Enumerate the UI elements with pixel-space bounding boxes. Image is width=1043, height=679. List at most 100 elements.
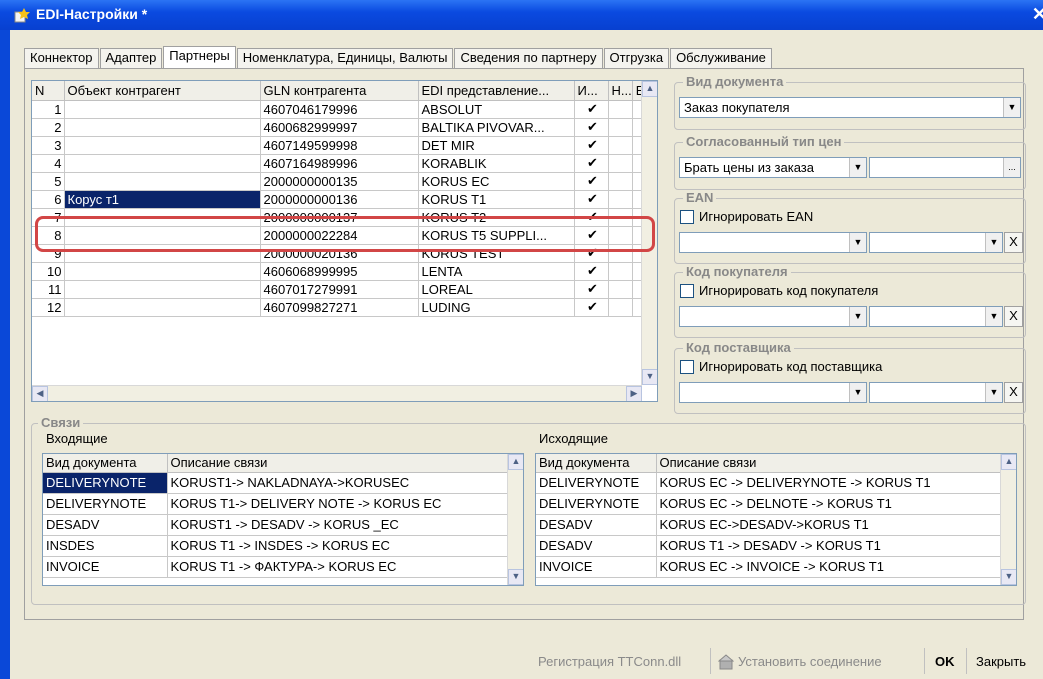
row-edi[interactable]: KORUS T1	[418, 190, 575, 209]
chevron-down-icon[interactable]: ▼	[849, 233, 866, 252]
row-link-desc[interactable]: KORUST1 -> DESADV -> KORUS _EC	[167, 514, 510, 536]
incoming-scrollbar[interactable]: ▲ ▼	[507, 454, 523, 585]
tab-adapter[interactable]: Адаптер	[99, 48, 163, 68]
supplier-code-clear-icon[interactable]: X	[1004, 382, 1023, 403]
col-link-desc[interactable]: Описание связи	[167, 454, 510, 473]
row-h[interactable]	[608, 190, 633, 209]
ean-select-1[interactable]: ▼	[679, 232, 867, 253]
row-doc-type[interactable]: DESADV	[536, 514, 657, 536]
row-check[interactable]: ✔	[574, 136, 609, 155]
table-row[interactable]: DESADV KORUS T1 -> DESADV -> KORUS T1	[536, 535, 1003, 557]
row-number[interactable]: 11	[32, 280, 65, 299]
row-h[interactable]	[608, 262, 633, 281]
row-link-desc[interactable]: KORUS T1 -> ФАКТУРА-> KORUS EC	[167, 556, 510, 578]
table-row[interactable]: INSDES KORUS T1 -> INSDES -> KORUS EC	[43, 535, 510, 557]
row-gln[interactable]: 4607149599998	[260, 136, 419, 155]
table-row[interactable]: DELIVERYNOTE KORUST1-> NAKLADNAYA->KORUSE…	[43, 472, 510, 494]
price-type-select[interactable]: Брать цены из заказа ▼	[679, 157, 867, 178]
row-number[interactable]: 1	[32, 100, 65, 119]
row-check[interactable]: ✔	[574, 280, 609, 299]
row-check[interactable]: ✔	[574, 190, 609, 209]
row-number[interactable]: 6	[32, 190, 65, 209]
table-row[interactable]: INVOICE KORUS T1 -> ФАКТУРА-> KORUS EC	[43, 556, 510, 578]
row-doc-type[interactable]: DESADV	[536, 535, 657, 557]
row-doc-type[interactable]: DELIVERYNOTE	[43, 493, 168, 515]
row-edi[interactable]: LUDING	[418, 298, 575, 317]
row-gln[interactable]: 4607099827271	[260, 298, 419, 317]
row-link-desc[interactable]: KORUS EC -> INVOICE -> KORUS T1	[656, 556, 1003, 578]
row-check[interactable]: ✔	[574, 118, 609, 137]
chevron-down-icon[interactable]: ▼	[985, 307, 1002, 326]
price-type-field[interactable]: ...	[869, 157, 1021, 178]
chevron-down-icon[interactable]: ▼	[849, 158, 866, 177]
tab-partner-info[interactable]: Сведения по партнеру	[454, 48, 603, 68]
col-h[interactable]: Н...	[608, 81, 633, 101]
row-doc-type[interactable]: INVOICE	[536, 556, 657, 578]
outgoing-scrollbar[interactable]: ▲ ▼	[1000, 454, 1016, 585]
col-doc-type[interactable]: Вид документа	[43, 454, 168, 473]
chevron-down-icon[interactable]: ▼	[985, 233, 1002, 252]
row-number[interactable]: 2	[32, 118, 65, 137]
ignore-ean-checkbox[interactable]	[680, 210, 694, 224]
row-check[interactable]: ✔	[574, 262, 609, 281]
row-object[interactable]	[64, 154, 261, 173]
row-doc-type[interactable]: INVOICE	[43, 556, 168, 578]
chevron-down-icon[interactable]: ▼	[985, 383, 1002, 402]
row-check[interactable]: ✔	[574, 298, 609, 317]
col-edi[interactable]: EDI представление...	[418, 81, 575, 101]
row-gln[interactable]: 4607017279991	[260, 280, 419, 299]
row-gln[interactable]: 4607164989996	[260, 154, 419, 173]
scroll-up-icon[interactable]: ▲	[1001, 454, 1016, 470]
table-row[interactable]: 3 4607149599998 DET MIR ✔	[32, 136, 646, 155]
chevron-down-icon[interactable]: ▼	[849, 383, 866, 402]
scroll-down-icon[interactable]: ▼	[508, 569, 523, 585]
col-gln[interactable]: GLN контрагента	[260, 81, 419, 101]
select-icon[interactable]: ...	[1003, 158, 1020, 177]
table-row[interactable]: 4 4607164989996 KORABLIK ✔	[32, 154, 646, 173]
scroll-down-icon[interactable]: ▼	[1001, 569, 1016, 585]
row-h[interactable]	[608, 136, 633, 155]
col-object[interactable]: Объект контрагент	[64, 81, 261, 101]
row-gln[interactable]: 4600682999997	[260, 118, 419, 137]
col-doc-type[interactable]: Вид документа	[536, 454, 657, 473]
doc-type-select[interactable]: Заказ покупателя ▼	[679, 97, 1021, 118]
row-link-desc[interactable]: KORUS EC->DESADV->KORUS T1	[656, 514, 1003, 536]
row-link-desc[interactable]: KORUS T1-> DELIVERY NOTE -> KORUS EC	[167, 493, 510, 515]
row-link-desc[interactable]: KORUS T1 -> INSDES -> KORUS EC	[167, 535, 510, 557]
table-row[interactable]: 10 4606068999995 LENTA ✔	[32, 262, 646, 281]
close-icon[interactable]: ✕	[1032, 4, 1043, 25]
table-row[interactable]: DESADV KORUS EC->DESADV->KORUS T1	[536, 514, 1003, 536]
row-doc-type[interactable]: DESADV	[43, 514, 168, 536]
buyer-code-select-1[interactable]: ▼	[679, 306, 867, 327]
row-edi[interactable]: LOREAL	[418, 280, 575, 299]
ok-button[interactable]: OK	[935, 654, 955, 674]
table-row[interactable]: 1 4607046179996 ABSOLUT ✔	[32, 100, 646, 119]
row-edi[interactable]: ABSOLUT	[418, 100, 575, 119]
row-h[interactable]	[608, 280, 633, 299]
row-check[interactable]: ✔	[574, 100, 609, 119]
row-link-desc[interactable]: KORUST1-> NAKLADNAYA->KORUSEC	[167, 472, 510, 494]
ean-select-2[interactable]: ▼	[869, 232, 1003, 253]
table-row[interactable]: 5 2000000000135 KORUS EC ✔	[32, 172, 646, 191]
row-object[interactable]	[64, 298, 261, 317]
row-h[interactable]	[608, 172, 633, 191]
ean-clear-icon[interactable]: X	[1004, 232, 1023, 253]
row-object[interactable]	[64, 280, 261, 299]
table-row[interactable]: 12 4607099827271 LUDING ✔	[32, 298, 646, 317]
table-row[interactable]: DESADV KORUST1 -> DESADV -> KORUS _EC	[43, 514, 510, 536]
supplier-code-select-2[interactable]: ▼	[869, 382, 1003, 403]
row-object[interactable]: Корус т1	[64, 190, 261, 209]
row-number[interactable]: 3	[32, 136, 65, 155]
row-edi[interactable]: DET MIR	[418, 136, 575, 155]
row-link-desc[interactable]: KORUS EC -> DELNOTE -> KORUS T1	[656, 493, 1003, 515]
col-i[interactable]: И...	[574, 81, 609, 101]
row-doc-type[interactable]: DELIVERYNOTE	[43, 472, 168, 494]
tab-service[interactable]: Обслуживание	[670, 48, 772, 68]
row-number[interactable]: 10	[32, 262, 65, 281]
table-row[interactable]: 2 4600682999997 BALTIKA PIVOVAR... ✔	[32, 118, 646, 137]
row-h[interactable]	[608, 100, 633, 119]
table-row[interactable]: 6 Корус т1 2000000000136 KORUS T1 ✔	[32, 190, 646, 209]
tab-nomenclature[interactable]: Номенклатура, Единицы, Валюты	[236, 48, 454, 68]
row-object[interactable]	[64, 136, 261, 155]
row-edi[interactable]: KORUS EC	[418, 172, 575, 191]
